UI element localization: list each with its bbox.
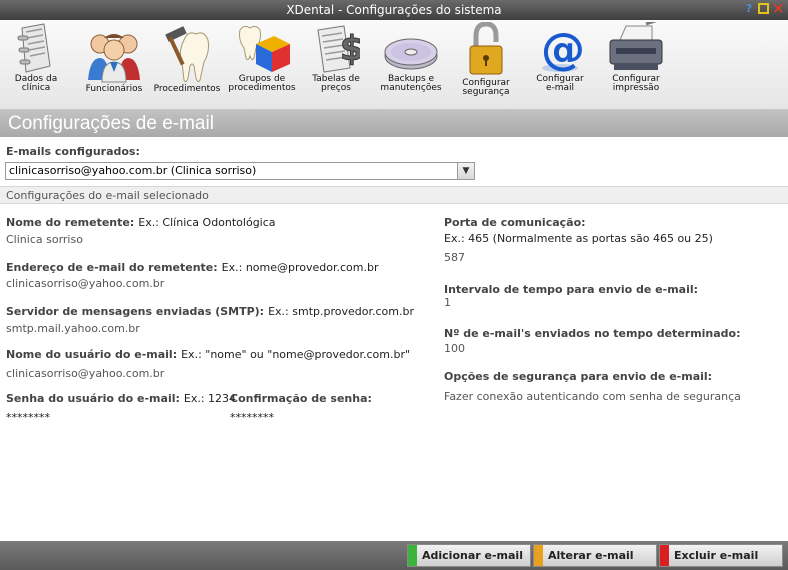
count-label: Nº de e-mail's enviados no tempo determi… — [444, 327, 741, 340]
username-label: Nome do usuário do e-mail: Ex.: "nome" ou… — [6, 348, 411, 361]
toolbar-funcionarios[interactable]: Funcionários — [78, 22, 150, 94]
document-icon — [17, 23, 51, 73]
chevron-down-icon[interactable]: ▼ — [457, 163, 474, 179]
toolbar-impressao[interactable]: Configurar impressão — [602, 22, 670, 93]
security-value: Fazer conexão autenticando com senha de … — [444, 390, 741, 403]
help-icon[interactable]: ? — [743, 3, 755, 15]
page-title: Configurações de e-mail — [0, 110, 788, 137]
password-label: Senha do usuário do e-mail: Ex.: 1234 — [6, 392, 237, 405]
emails-label: E-mails configurados: — [6, 145, 140, 158]
printer-icon — [609, 22, 663, 70]
add-email-button[interactable]: Adicionar e-mail — [407, 544, 531, 567]
details-header: Configurações do e-mail selecionado — [0, 186, 788, 204]
window-titlebar: XDental - Configurações do sistema ? × — [0, 0, 788, 20]
security-label: Opções de segurança para envio de e-mail… — [444, 370, 713, 383]
username-hint: Ex.: "nome" ou "nome@provedor.com.br" — [181, 348, 411, 361]
toolbar-tabelas-precos[interactable]: $ Tabelas de preços — [306, 22, 366, 93]
toolbar-label: Configurar e-mail — [536, 74, 584, 93]
emails-select-value: clinicasorriso@yahoo.com.br (Clinica sor… — [9, 164, 257, 177]
disc-icon — [384, 38, 438, 70]
smtp-value: smtp.mail.yahoo.com.br — [6, 322, 140, 335]
sender-email-label: Endereço de e-mail do remetente: Ex.: nom… — [6, 261, 379, 274]
sender-name-label: Nome do remetente: Ex.: Clínica Odontológ… — [6, 216, 276, 229]
port-value: 587 — [444, 251, 465, 264]
padlock-icon — [469, 22, 503, 75]
password-confirm-label: Confirmação de senha: — [230, 392, 372, 405]
port-label: Porta de comunicação: — [444, 216, 586, 229]
sender-name-value: Clinica sorriso — [6, 233, 83, 246]
toolbar-label: Funcionários — [85, 84, 143, 94]
svg-text:@: @ — [541, 24, 582, 74]
edit-email-button[interactable]: Alterar e-mail — [533, 544, 657, 567]
delete-email-button[interactable]: Excluir e-mail — [659, 544, 783, 567]
add-accent — [408, 545, 417, 566]
password-value: ******** — [6, 411, 50, 424]
toolbar-label: Dados da clínica — [14, 74, 58, 93]
smtp-hint: Ex.: smtp.provedor.com.br — [268, 305, 414, 318]
toolbar-label: Grupos de procedimentos — [228, 74, 296, 93]
staff-icon — [88, 34, 140, 83]
interval-value: 1 — [444, 296, 451, 309]
price-table-icon: $ — [317, 25, 360, 73]
toolbar-dados-clinica[interactable]: Dados da clínica — [8, 22, 64, 93]
toolbar-grupos-procedimentos[interactable]: Grupos de procedimentos — [224, 22, 300, 93]
edit-accent — [534, 545, 543, 566]
tooth-hammer-icon — [165, 26, 209, 83]
svg-text:$: $ — [340, 29, 360, 69]
toolbar-label: Configurar impressão — [612, 74, 660, 93]
toolbar-label: Tabelas de preços — [312, 74, 360, 93]
main-toolbar: Dados da clínica Funcionários Procedimen… — [0, 20, 788, 110]
at-sign-icon: @ — [541, 24, 582, 74]
interval-label: Intervalo de tempo para envio de e-mail: — [444, 283, 699, 296]
toolbar-label: Backups e manutenções — [380, 74, 442, 93]
sender-email-hint: Ex.: nome@provedor.com.br — [221, 261, 379, 274]
sender-email-value: clinicasorriso@yahoo.com.br — [6, 277, 165, 290]
delete-accent — [660, 545, 669, 566]
emails-select[interactable]: clinicasorriso@yahoo.com.br (Clinica sor… — [5, 162, 475, 180]
toolbar-label: Configurar segurança — [462, 78, 510, 97]
maximize-icon[interactable] — [758, 3, 769, 14]
toolbar-procedimentos[interactable]: Procedimentos — [150, 22, 224, 94]
password-confirm-value: ******** — [230, 411, 274, 424]
toolbar-seguranca[interactable]: Configurar segurança — [458, 22, 514, 97]
port-hint: Ex.: 465 (Normalmente as portas são 465 … — [444, 232, 713, 245]
count-value: 100 — [444, 342, 465, 355]
password-hint: Ex.: 1234 — [183, 392, 237, 405]
smtp-label: Servidor de mensagens enviadas (SMTP): Ex… — [6, 305, 414, 318]
toolbar-backups[interactable]: Backups e manutenções — [378, 22, 444, 93]
window-controls: ? × — [743, 1, 785, 16]
username-value: clinicasorriso@yahoo.com.br — [6, 367, 165, 380]
window-title: XDental - Configurações do sistema — [286, 3, 502, 17]
action-bar: Adicionar e-mail Alterar e-mail Excluir … — [0, 541, 788, 570]
toolbar-label: Procedimentos — [153, 84, 221, 94]
tooth-cube-icon — [239, 25, 290, 72]
sender-name-hint: Ex.: Clínica Odontológica — [138, 216, 276, 229]
toolbar-email[interactable]: @ Configurar e-mail — [530, 22, 590, 93]
close-icon[interactable]: × — [772, 1, 785, 16]
